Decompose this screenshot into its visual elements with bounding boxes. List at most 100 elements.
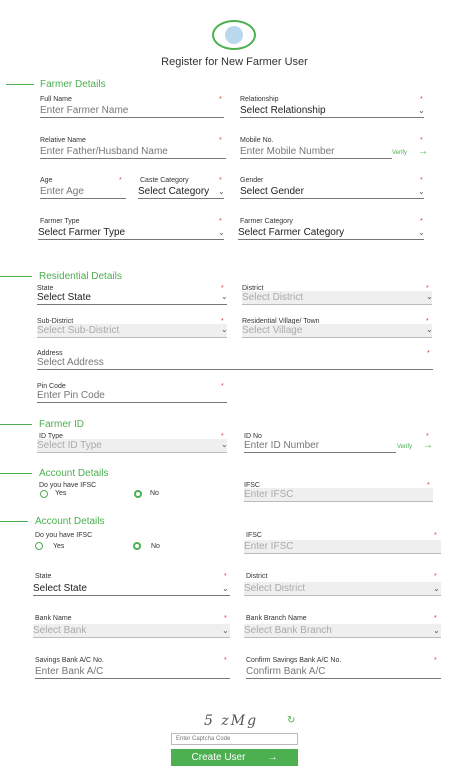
chevron-down-icon: ⌄ bbox=[218, 228, 225, 237]
age-label: Age bbox=[40, 177, 53, 184]
farmer-category-select[interactable]: Select Farmer Category bbox=[238, 226, 424, 240]
captcha-image: 5 zMg bbox=[204, 713, 259, 729]
ifsc-yes-label: Yes bbox=[53, 543, 65, 550]
required-marker: * bbox=[420, 177, 423, 184]
account-number-input[interactable]: Enter Bank A/C bbox=[35, 665, 230, 679]
section-divider bbox=[0, 473, 32, 474]
sub-district-select[interactable]: Select Sub-District bbox=[37, 324, 227, 338]
page-title: Register for New Farmer User bbox=[161, 56, 308, 68]
gender-label: Gender bbox=[240, 177, 264, 184]
required-marker: * bbox=[224, 615, 227, 622]
state-select[interactable]: Select State bbox=[37, 291, 227, 305]
globe-icon bbox=[225, 26, 243, 44]
required-marker: * bbox=[224, 573, 227, 580]
chevron-down-icon: ⌄ bbox=[418, 106, 425, 115]
bank-name-select[interactable]: Select Bank bbox=[33, 624, 230, 638]
verify-id-link[interactable]: Verify bbox=[397, 444, 412, 450]
refresh-icon[interactable]: ↻ bbox=[287, 715, 295, 726]
required-marker: * bbox=[426, 433, 429, 440]
bank-name-label: Bank Name bbox=[35, 615, 72, 622]
create-user-label: Create User bbox=[191, 752, 246, 763]
required-marker: * bbox=[420, 96, 423, 103]
farmer-type-label: Farmer Type bbox=[40, 218, 80, 225]
required-marker: * bbox=[434, 657, 437, 664]
chevron-down-icon: ⌄ bbox=[222, 584, 229, 593]
farmer-type-select[interactable]: Select Farmer Type bbox=[38, 226, 224, 240]
relative-name-label: Relative Name bbox=[40, 137, 86, 144]
full-name-label: Full Name bbox=[40, 96, 72, 103]
ifsc-no-radio[interactable] bbox=[133, 542, 141, 550]
chevron-down-icon: ⌄ bbox=[221, 440, 228, 449]
pin-code-input[interactable]: Enter Pin Code bbox=[37, 389, 227, 403]
relationship-select[interactable]: Select Relationship bbox=[240, 104, 424, 118]
chevron-down-icon: ⌄ bbox=[433, 626, 440, 635]
chevron-down-icon: ⌄ bbox=[426, 292, 433, 301]
required-marker: * bbox=[434, 573, 437, 580]
ifsc-question-label: Do you have IFSC bbox=[39, 482, 97, 489]
id-type-select[interactable]: Select ID Type bbox=[37, 439, 227, 453]
mobile-input[interactable]: Enter Mobile Number bbox=[240, 145, 392, 159]
required-marker: * bbox=[219, 137, 222, 144]
caste-label: Caste Category bbox=[140, 177, 189, 184]
full-name-input[interactable]: Enter Farmer Name bbox=[40, 104, 224, 118]
ifsc-no-label: No bbox=[150, 490, 159, 497]
section-title-account-details: Account Details bbox=[39, 468, 109, 479]
section-title-farmer-details: Farmer Details bbox=[40, 79, 106, 90]
account-state-select[interactable]: Select State bbox=[33, 582, 230, 596]
required-marker: * bbox=[434, 532, 437, 539]
arrow-right-icon: → bbox=[267, 752, 278, 763]
bank-branch-label: Bank Branch Name bbox=[246, 615, 307, 622]
verify-mobile-link[interactable]: Verify bbox=[392, 150, 407, 156]
chevron-down-icon: ⌄ bbox=[218, 187, 225, 196]
section-title-account-details: Account Details bbox=[35, 516, 105, 527]
required-marker: * bbox=[420, 137, 423, 144]
village-select[interactable]: Select Village bbox=[242, 324, 432, 338]
confirm-account-label: Confirm Savings Bank A/C No. bbox=[246, 657, 342, 664]
ifsc-yes-radio[interactable] bbox=[35, 542, 43, 550]
create-user-button[interactable]: Create User → bbox=[171, 749, 298, 766]
arrow-right-icon[interactable]: → bbox=[423, 440, 433, 451]
caste-select[interactable]: Select Category bbox=[138, 185, 224, 199]
required-marker: * bbox=[420, 218, 423, 225]
confirm-account-input[interactable]: Confirm Bank A/C bbox=[246, 665, 441, 679]
district-select[interactable]: Select District bbox=[242, 291, 432, 305]
section-divider bbox=[0, 424, 32, 425]
id-no-input[interactable]: Enter ID Number bbox=[244, 439, 396, 453]
gender-select[interactable]: Select Gender bbox=[240, 185, 424, 199]
required-marker: * bbox=[119, 177, 122, 184]
account-district-select[interactable]: Select District bbox=[244, 582, 441, 596]
captcha-input[interactable]: Enter Captcha Code bbox=[171, 733, 298, 745]
relative-name-input[interactable]: Enter Father/Husband Name bbox=[40, 145, 226, 159]
ifsc-yes-label: Yes bbox=[55, 490, 67, 497]
ifsc-no-radio[interactable] bbox=[134, 490, 142, 498]
relationship-label: Relationship bbox=[240, 96, 279, 103]
required-marker: * bbox=[219, 96, 222, 103]
app-logo bbox=[212, 20, 256, 50]
ifsc-question-label: Do you have IFSC bbox=[35, 532, 93, 539]
account-state-label: State bbox=[35, 573, 52, 580]
bank-branch-select[interactable]: Select Bank Branch bbox=[244, 624, 441, 638]
chevron-down-icon: ⌄ bbox=[222, 626, 229, 635]
section-divider bbox=[0, 521, 28, 522]
chevron-down-icon: ⌄ bbox=[426, 325, 433, 334]
ifsc-input[interactable]: Enter IFSC bbox=[244, 488, 433, 502]
ifsc-input[interactable]: Enter IFSC bbox=[244, 540, 441, 554]
account-district-label: District bbox=[246, 573, 268, 580]
required-marker: * bbox=[224, 657, 227, 664]
farmer-category-label: Farmer Category bbox=[240, 218, 293, 225]
section-title-farmer-id: Farmer ID bbox=[39, 419, 84, 430]
mobile-label: Mobile No. bbox=[240, 137, 274, 144]
ifsc-yes-radio[interactable] bbox=[40, 490, 48, 498]
section-title-residential: Residential Details bbox=[39, 271, 122, 282]
age-input[interactable]: Enter Age bbox=[40, 185, 126, 199]
address-input[interactable]: Select Address bbox=[37, 356, 433, 370]
chevron-down-icon: ⌄ bbox=[418, 228, 425, 237]
arrow-right-icon[interactable]: → bbox=[418, 146, 428, 157]
chevron-down-icon: ⌄ bbox=[418, 187, 425, 196]
account-number-label: Savings Bank A/C No. bbox=[35, 657, 104, 664]
chevron-down-icon: ⌄ bbox=[221, 292, 228, 301]
required-marker: * bbox=[219, 177, 222, 184]
chevron-down-icon: ⌄ bbox=[433, 584, 440, 593]
section-divider bbox=[6, 84, 34, 85]
ifsc-no-label: No bbox=[151, 543, 160, 550]
